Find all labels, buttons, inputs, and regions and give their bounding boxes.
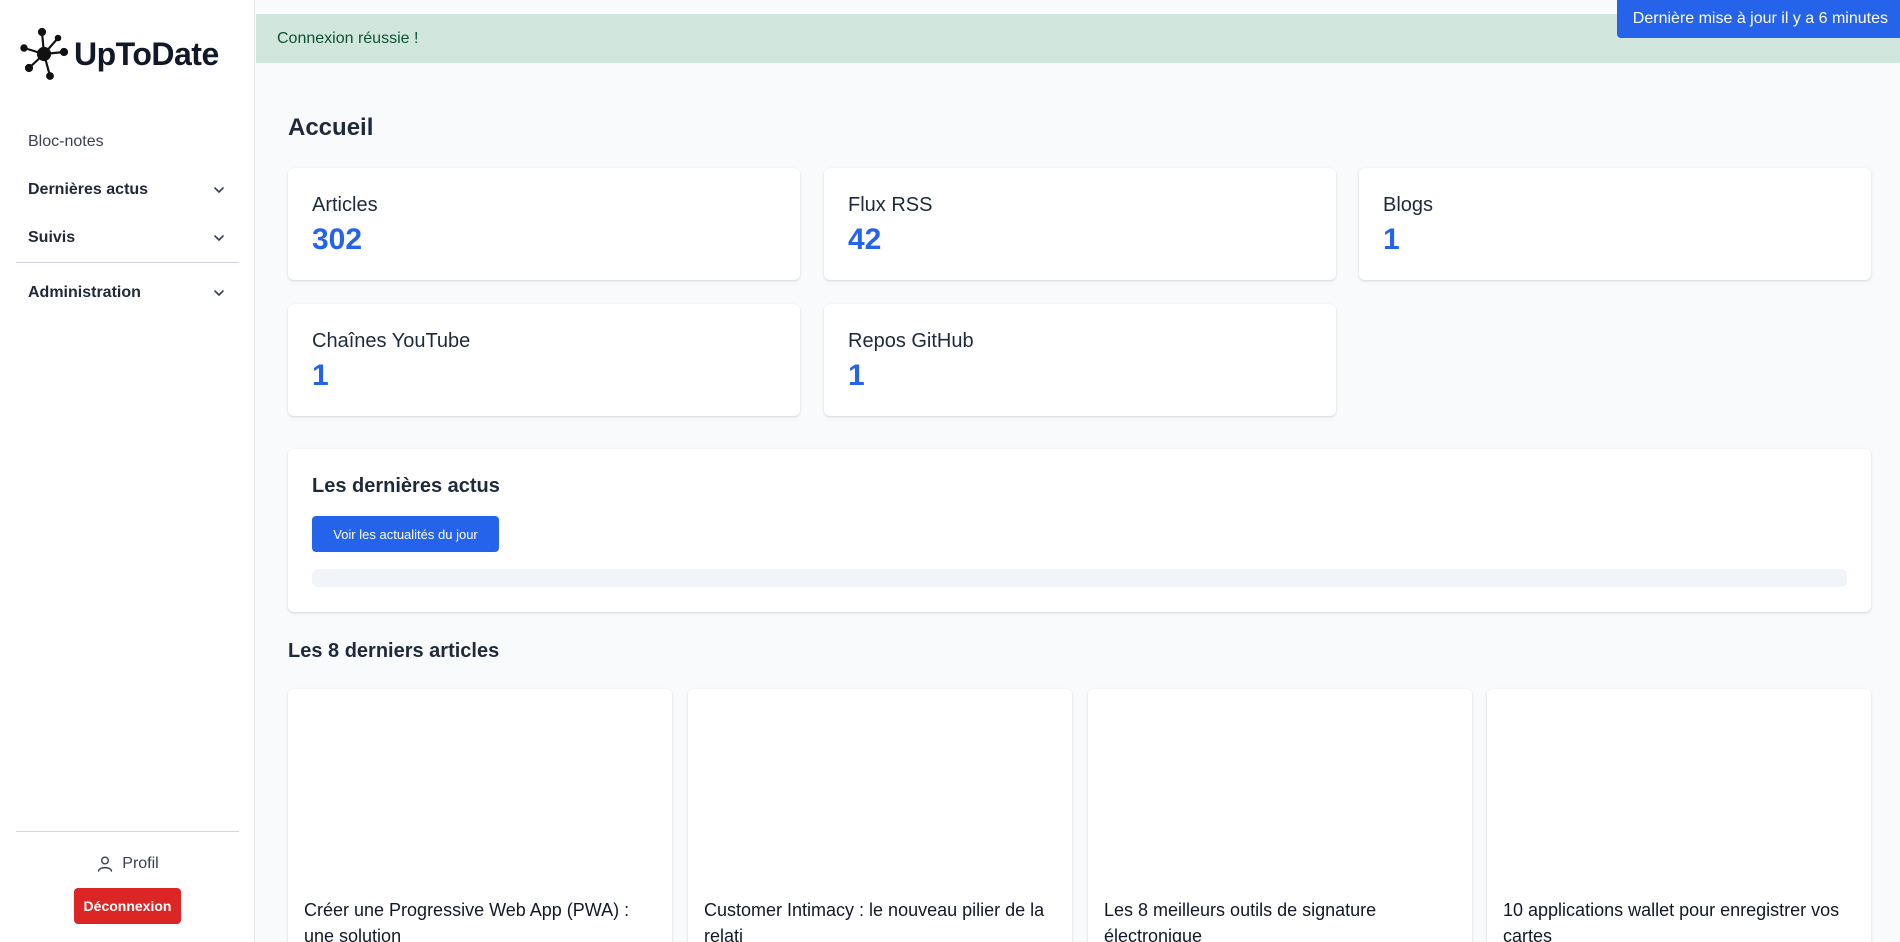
article-title[interactable]: Customer Intimacy : le nouveau pilier de… (704, 897, 1056, 942)
sidebar-item-label: Suivis (28, 229, 76, 246)
profile-label: Profil (122, 855, 159, 872)
article-card[interactable]: 10 applications wallet pour enregistrer … (1487, 689, 1871, 942)
stat-label: Chaînes YouTube (312, 330, 471, 352)
stat-value: 1 (312, 359, 329, 392)
stat-card-repos-github[interactable]: Repos GitHub 1 (824, 304, 1336, 416)
article-image (1088, 689, 1472, 894)
stat-label: Articles (312, 194, 378, 216)
molecule-logo-icon (20, 27, 68, 80)
latest-news-title: Les dernières actus (312, 475, 500, 497)
stat-value: 302 (312, 223, 363, 256)
stat-card-chaines-youtube[interactable]: Chaînes YouTube 1 (288, 304, 800, 416)
news-placeholder-bar (312, 569, 1847, 587)
article-title[interactable]: 10 applications wallet pour enregistrer … (1503, 897, 1855, 942)
stat-card-flux-rss[interactable]: Flux RSS 42 (824, 168, 1336, 280)
stat-card-blogs[interactable]: Blogs 1 (1359, 168, 1871, 280)
stat-label: Repos GitHub (848, 330, 974, 352)
sidebar-item-label: Administration (28, 284, 141, 301)
article-title[interactable]: Créer une Progressive Web App (PWA) : un… (304, 897, 656, 942)
app-logo[interactable]: UpToDate (20, 26, 219, 82)
stat-card-articles[interactable]: Articles 302 (288, 168, 800, 280)
sidebar-nav: Bloc-notes Dernières actus Suivis Admini… (16, 118, 239, 317)
latest-news-card: Les dernières actus Voir les actualités … (288, 449, 1871, 612)
stat-value: 1 (848, 359, 865, 392)
article-card[interactable]: Créer une Progressive Web App (PWA) : un… (288, 689, 672, 942)
logout-button[interactable]: Déconnexion (74, 888, 181, 924)
article-card[interactable]: Customer Intimacy : le nouveau pilier de… (688, 689, 1072, 942)
sidebar-item-dernieres-actus[interactable]: Dernières actus (16, 166, 239, 214)
article-image (688, 689, 1072, 894)
sidebar-item-label: Dernières actus (28, 181, 149, 198)
app-name: UpToDate (74, 35, 219, 72)
chevron-down-icon (211, 182, 227, 198)
nav-divider (16, 262, 239, 263)
chevron-down-icon (211, 285, 227, 301)
alert-message: Connexion réussie ! (277, 29, 419, 47)
last-update-badge: Dernière mise à jour il y a 6 minutes (1616, 0, 1900, 38)
latest-articles-title: Les 8 derniers articles (288, 640, 500, 662)
sidebar-item-bloc-notes[interactable]: Bloc-notes (16, 118, 239, 166)
chevron-down-icon (211, 230, 227, 246)
article-title[interactable]: Les 8 meilleurs outils de signature élec… (1104, 897, 1456, 942)
footer-divider (16, 831, 239, 832)
article-card[interactable]: Les 8 meilleurs outils de signature élec… (1088, 689, 1472, 942)
sidebar-footer: Profil Déconnexion (16, 831, 239, 942)
profile-link[interactable]: Profil (16, 842, 239, 886)
article-image (1487, 689, 1871, 894)
stat-value: 1 (1383, 223, 1400, 256)
view-daily-news-button[interactable]: Voir les actualités du jour (312, 516, 499, 552)
sidebar-item-administration[interactable]: Administration (16, 269, 239, 317)
stat-label: Blogs (1383, 194, 1434, 216)
stat-label: Flux RSS (848, 194, 933, 216)
sidebar-item-label: Bloc-notes (28, 133, 104, 150)
sidebar: UpToDate Bloc-notes Dernières actus Suiv… (0, 0, 255, 942)
article-image (288, 689, 672, 894)
page-title: Accueil (288, 114, 374, 141)
user-icon (98, 856, 113, 872)
sidebar-item-suivis[interactable]: Suivis (16, 214, 239, 262)
stat-value: 42 (848, 223, 882, 256)
